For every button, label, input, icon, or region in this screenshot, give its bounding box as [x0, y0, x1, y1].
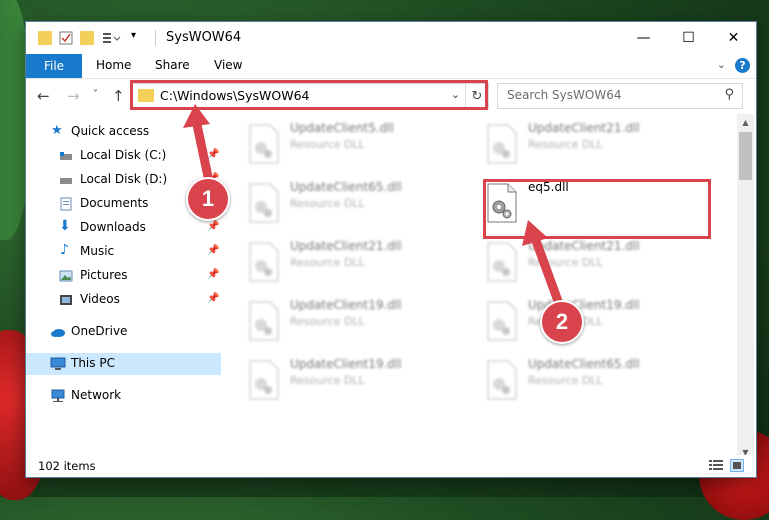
annotation-arrows	[183, 104, 567, 317]
step-1-badge: 1	[186, 177, 230, 221]
arrow-1-head	[183, 104, 210, 128]
step-2-badge: 2	[540, 300, 584, 344]
